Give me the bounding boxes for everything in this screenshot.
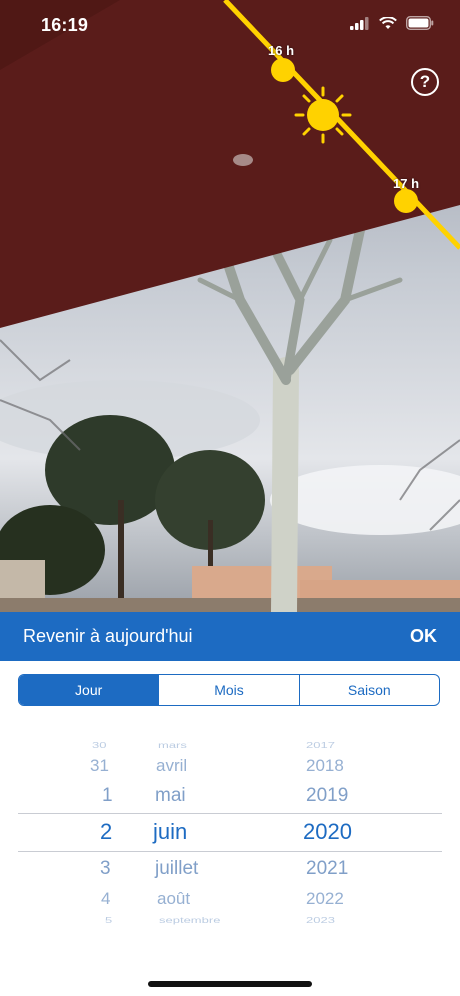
battery-icon — [406, 16, 434, 30]
ok-button[interactable]: OK — [410, 612, 437, 661]
hour-marker-16 — [271, 58, 295, 82]
day-option-selected[interactable]: 2 — [100, 819, 112, 845]
segment-day[interactable]: Jour — [19, 675, 159, 705]
month-option[interactable]: avril — [156, 756, 187, 776]
month-option[interactable]: août — [157, 889, 190, 909]
signal-icon — [350, 16, 369, 30]
picker-selection-top-line — [18, 813, 442, 814]
period-segmented-control: Jour Mois Saison — [18, 674, 440, 706]
home-indicator[interactable] — [148, 981, 312, 987]
year-option[interactable]: 2023 — [306, 916, 335, 925]
year-option[interactable]: 2019 — [306, 785, 348, 807]
segment-month[interactable]: Mois — [158, 675, 298, 705]
status-bar: 16:19 — [0, 0, 460, 50]
day-option[interactable]: 1 — [102, 785, 113, 807]
day-option[interactable]: 31 — [90, 756, 109, 776]
month-option[interactable]: mars — [158, 741, 187, 750]
hour-label-17: 17 h — [393, 176, 420, 191]
date-picker[interactable]: 30 31 1 2 3 4 5 mars avril mai juin juil… — [0, 728, 460, 938]
year-option-selected[interactable]: 2020 — [303, 819, 352, 845]
month-option-selected[interactable]: juin — [153, 819, 187, 845]
day-option[interactable]: 3 — [100, 858, 111, 880]
wifi-icon — [379, 16, 397, 29]
year-option[interactable]: 2018 — [306, 756, 344, 776]
day-option[interactable]: 30 — [92, 741, 106, 750]
month-option[interactable]: septembre — [159, 916, 220, 925]
month-option[interactable]: juillet — [155, 858, 198, 880]
day-option[interactable]: 5 — [105, 916, 112, 925]
camera-view: 16 h 17 h 16:19 ? — [0, 0, 460, 612]
action-bar: Revenir à aujourd'hui OK — [0, 612, 460, 661]
month-option[interactable]: mai — [155, 785, 186, 807]
sun-icon[interactable] — [294, 86, 352, 144]
status-time: 16:19 — [41, 15, 89, 35]
camera-scene — [0, 0, 460, 612]
year-option[interactable]: 2021 — [306, 858, 348, 880]
picker-selection-bottom-line — [18, 851, 442, 852]
segment-season[interactable]: Saison — [298, 675, 439, 705]
back-to-today-button[interactable]: Revenir à aujourd'hui — [23, 612, 193, 661]
day-option[interactable]: 4 — [101, 889, 110, 909]
help-icon[interactable]: ? — [411, 68, 439, 96]
hour-marker-17 — [394, 189, 418, 213]
year-option[interactable]: 2022 — [306, 889, 344, 909]
year-option[interactable]: 2017 — [306, 741, 335, 750]
